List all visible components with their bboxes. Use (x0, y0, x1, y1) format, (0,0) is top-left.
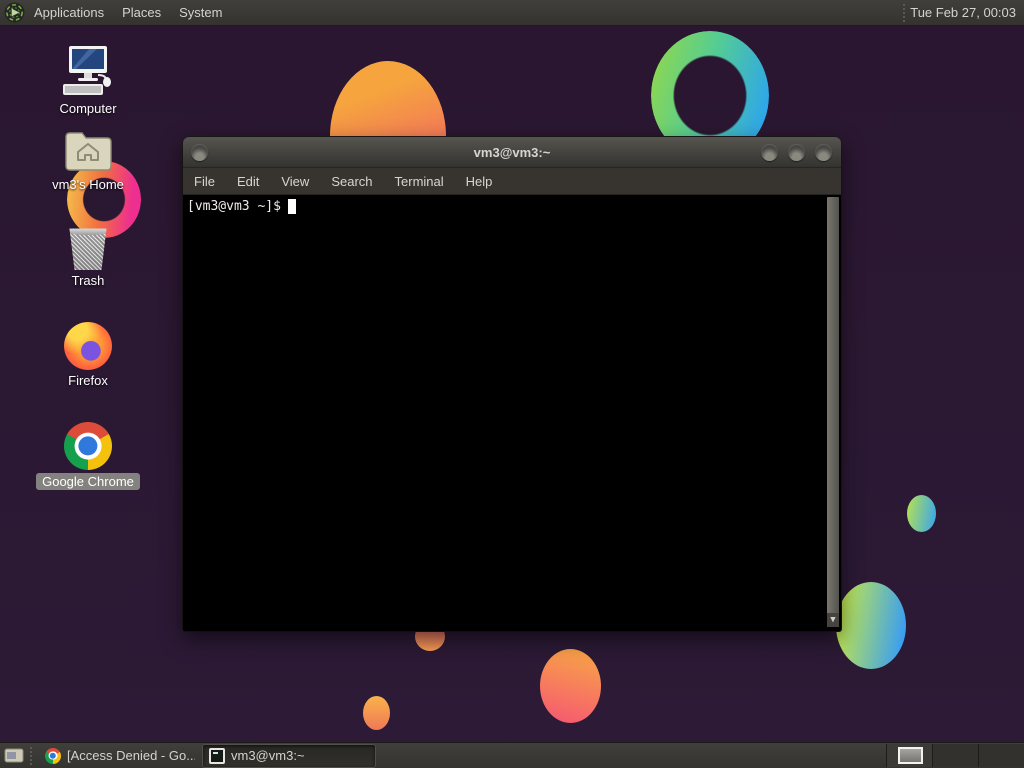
window-title: vm3@vm3:~ (473, 144, 551, 160)
terminal-icon (209, 747, 225, 764)
desktop-icon-label: Firefox (68, 373, 108, 388)
terminal-screen[interactable]: [vm3@vm3 ~]$ ▼ (183, 195, 841, 629)
desktop-icon-chrome[interactable]: Google Chrome (33, 422, 143, 490)
task-label: [Access Denied - Go... (67, 748, 195, 763)
menu-view[interactable]: View (270, 168, 320, 194)
task-label: vm3@vm3:~ (231, 748, 305, 763)
close-button[interactable] (815, 143, 832, 161)
workspace-1[interactable] (886, 744, 932, 767)
window-menu-button[interactable] (191, 143, 208, 161)
desktop-icon-label: vm3's Home (52, 177, 124, 192)
desktop-icon-firefox[interactable]: Firefox (33, 322, 143, 388)
maximize-button[interactable] (788, 143, 805, 161)
workspace-switcher (886, 744, 1024, 767)
firefox-icon (64, 322, 112, 370)
menu-edit[interactable]: Edit (226, 168, 270, 194)
menu-applications[interactable]: Applications (25, 0, 113, 25)
menu-system[interactable]: System (170, 0, 231, 25)
wallpaper-blob-orange-pink (540, 649, 601, 723)
terminal-menubar: File Edit View Search Terminal Help (183, 168, 841, 195)
computer-icon (63, 46, 111, 95)
menu-file[interactable]: File (183, 168, 226, 194)
desktop-icon-label: Trash (71, 273, 105, 288)
distro-logo-icon[interactable] (4, 2, 25, 23)
window-titlebar[interactable]: vm3@vm3:~ (183, 137, 841, 168)
wallpaper-blob-tiny-orange (363, 696, 390, 730)
desktop-icon-label-selected: Google Chrome (36, 473, 140, 490)
clock-text: Tue Feb 27, 00:03 (910, 5, 1016, 20)
menu-help[interactable]: Help (455, 168, 504, 194)
bottom-panel: [Access Denied - Go... vm3@vm3:~ (0, 742, 1024, 768)
clock-applet[interactable]: Tue Feb 27, 00:03 (894, 3, 1024, 22)
show-desktop-icon (4, 748, 24, 762)
menu-places[interactable]: Places (113, 0, 170, 25)
workspace-3[interactable] (978, 744, 1024, 767)
wallpaper-blob-small-green (907, 495, 936, 532)
terminal-window: vm3@vm3:~ File Edit View Search Terminal… (183, 137, 841, 631)
taskbar-task-terminal[interactable]: vm3@vm3:~ (203, 744, 375, 767)
trash-icon (69, 228, 107, 270)
scrollbar[interactable]: ▼ (827, 197, 839, 627)
desktop-icon-trash[interactable]: Trash (33, 226, 143, 288)
terminal-cursor (287, 199, 296, 214)
shell-prompt: [vm3@vm3 ~]$ (187, 199, 281, 214)
menu-terminal[interactable]: Terminal (384, 168, 455, 194)
home-folder-icon (65, 132, 112, 171)
menu-search[interactable]: Search (320, 168, 383, 194)
applet-drag-handle[interactable] (901, 3, 908, 22)
workspace-window-preview (898, 747, 923, 764)
prompt-line: [vm3@vm3 ~]$ (187, 199, 296, 214)
desktop-icon-computer[interactable]: Computer (33, 44, 143, 116)
workspace-2[interactable] (932, 744, 978, 767)
wallpaper-blob-big-green-blue (836, 582, 906, 669)
desktop-icon-label: Computer (59, 101, 117, 116)
show-desktop-button[interactable] (3, 746, 25, 766)
chrome-icon (45, 747, 61, 764)
scroll-down-arrow-icon[interactable]: ▼ (827, 613, 839, 627)
desktop-icon-home[interactable]: vm3's Home (33, 129, 143, 192)
taskbar-task-chrome[interactable]: [Access Denied - Go... (39, 745, 201, 767)
tasklist-drag-handle[interactable] (28, 746, 34, 765)
minimize-button[interactable] (761, 143, 778, 161)
chrome-icon (64, 422, 112, 470)
top-panel: Applications Places System Tue Feb 27, 0… (0, 0, 1024, 26)
